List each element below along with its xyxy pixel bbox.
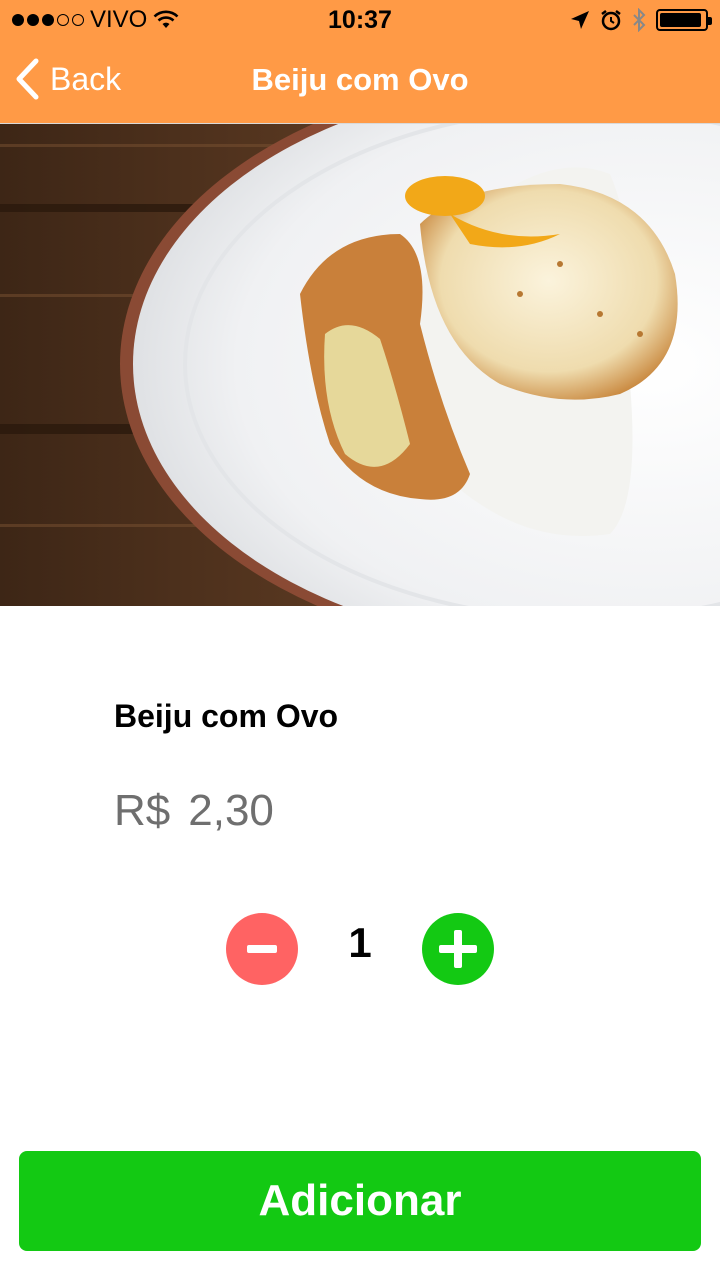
food-photo-illustration — [0, 124, 720, 606]
battery-icon — [656, 9, 712, 31]
status-bar: VIVO 10:37 — [0, 0, 720, 40]
location-arrow-icon — [571, 11, 589, 29]
plus-icon — [439, 930, 477, 968]
add-to-order-button[interactable]: Adicionar — [19, 1151, 701, 1251]
price-value: 2,30 — [188, 786, 274, 835]
page-title: Beiju com Ovo — [251, 62, 469, 97]
quantity-value: 1 — [348, 919, 372, 966]
alarm-icon — [601, 10, 621, 31]
product-price: R$ 2,30 — [114, 786, 274, 836]
product-details: Beiju com Ovo R$ 2,30 1 Adicionar — [0, 606, 720, 1280]
increment-button[interactable] — [422, 913, 494, 985]
price-currency: R$ — [114, 786, 171, 835]
product-photo — [0, 124, 720, 606]
bluetooth-icon — [633, 8, 646, 32]
status-icons — [570, 8, 712, 32]
minus-icon — [247, 945, 277, 953]
decrement-button[interactable] — [226, 913, 298, 985]
navigation-header: VIVO 10:37 Back Beiju com Ovo — [0, 0, 720, 124]
product-name: Beiju com Ovo — [114, 698, 339, 734]
quantity-stepper: 1 — [226, 913, 496, 985]
